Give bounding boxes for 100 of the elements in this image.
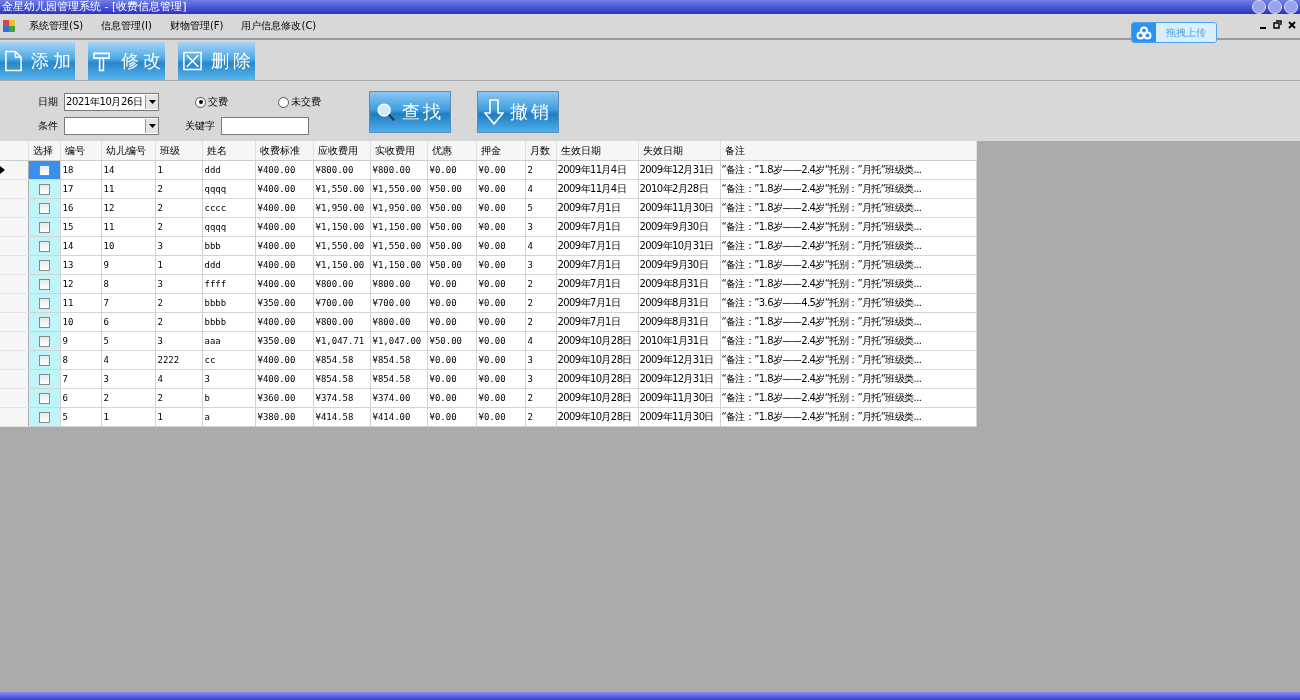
table-cell: 2222 [155,350,202,370]
table-cell: “备注：”1.8岁——2.4岁“托别：”月托“班级类... [720,407,976,427]
row-checkbox[interactable] [38,374,50,385]
radio-option[interactable]: 交费 [195,95,228,109]
table-cell: ¥0.00 [476,198,525,218]
row-checkbox[interactable] [38,165,50,176]
table-cell: 2009年10月28日 [556,331,638,351]
table-cell: “备注：”1.8岁——2.4岁“托别：”月托“班级类... [720,160,976,180]
table-cell: “备注：”1.8岁——2.4岁“托别：”月托“班级类... [720,198,976,218]
table-cell: ¥800.00 [313,274,370,294]
column-header[interactable]: 班级 [155,141,202,161]
table-cell: 5 [60,407,101,427]
table-cell: 5 [525,198,556,218]
row-checkbox[interactable] [38,184,50,195]
column-header[interactable]: 应收费用 [313,141,370,161]
table-cell: 2 [155,312,202,332]
table-cell: 2 [155,198,202,218]
table-cell: ¥800.00 [370,312,427,332]
table-cell: 2 [525,388,556,408]
row-checkbox[interactable] [38,355,50,366]
table-cell: 2009年12月31日 [638,160,720,180]
row-checkbox[interactable] [38,298,50,309]
table-cell: 2 [155,217,202,237]
column-header[interactable]: 失效日期 [638,141,720,161]
column-header[interactable]: 生效日期 [556,141,638,161]
close-button[interactable] [1284,0,1298,14]
table-cell: ¥0.00 [427,312,476,332]
menu-item[interactable]: 财物管理(F) [160,19,233,33]
row-checkbox[interactable] [38,336,50,347]
table-cell: 2009年7月1日 [556,293,638,313]
row-checkbox[interactable] [38,222,50,233]
table-cell: ¥400.00 [255,255,313,275]
table-cell: 2009年7月1日 [556,198,638,218]
table-cell: “备注：”1.8岁——2.4岁“托别：”月托“班级类... [720,255,976,275]
table-cell: ¥1,047.00 [370,331,427,351]
minimize-button[interactable] [1252,0,1266,14]
menu-item[interactable]: 系统管理(S) [20,19,93,33]
app-icon [2,19,16,33]
table-cell: ¥1,150.00 [313,217,370,237]
action-button[interactable]: 查找 [369,91,451,133]
table-cell: 3 [101,369,155,389]
column-header[interactable]: 编号 [60,141,101,161]
table-cell: 1 [101,407,155,427]
radio-button[interactable] [278,96,289,108]
column-header[interactable]: 月数 [525,141,556,161]
row-checkbox[interactable] [38,393,50,404]
table-cell: 2009年7月1日 [556,217,638,237]
column-header[interactable]: 选择 [28,141,60,161]
current-row-icon [0,165,5,174]
table-cell: 7 [101,293,155,313]
row-checkbox[interactable] [38,260,50,271]
menu-item[interactable]: 信息管理(I) [92,19,161,33]
table-cell: 2 [525,312,556,332]
table-cell: “备注：”1.8岁——2.4岁“托别：”月托“班级类... [720,217,976,237]
table-cell: 12 [101,198,155,218]
restore-button[interactable] [1268,0,1282,14]
condition-dropdown[interactable] [64,117,159,135]
menu-item[interactable]: 用户信息修改(C) [232,19,326,33]
row-checkbox[interactable] [38,241,50,252]
date-picker[interactable]: 2021年10月26日 [64,93,159,111]
table-cell: 2009年7月1日 [556,274,638,294]
table-cell: ¥50.00 [427,179,476,199]
table-cell: “备注：”1.8岁——2.4岁“托别：”月托“班级类... [720,312,976,332]
close-icon[interactable] [1288,20,1296,29]
dropdown-arrow-icon[interactable] [148,100,156,104]
keyword-field[interactable] [221,117,309,135]
table-cell: aaa [202,331,255,351]
column-header[interactable]: 幼儿编号 [101,141,155,161]
row-checkbox[interactable] [38,279,50,290]
table-cell: ¥1,550.00 [313,179,370,199]
table-cell: qqqq [202,217,255,237]
table-cell: 2009年8月31日 [638,312,720,332]
column-header[interactable]: 备注 [720,141,976,161]
column-header[interactable]: 优惠 [427,141,476,161]
restore-icon[interactable] [1273,20,1282,29]
table-cell: ¥800.00 [370,160,427,180]
down-arrow-icon [484,99,504,125]
keyword-label: 关键字 [185,119,215,133]
dropdown-arrow-icon[interactable] [148,124,156,128]
table-cell: qqqq [202,179,255,199]
table-cell: ¥50.00 [427,217,476,237]
table-cell: ¥400.00 [255,179,313,199]
column-header[interactable]: 押金 [476,141,525,161]
table-cell: 16 [60,198,101,218]
table-cell: 9 [60,331,101,351]
action-button[interactable]: 撤销 [477,91,559,133]
radio-option[interactable]: 未交费 [278,95,321,109]
column-header[interactable]: 姓名 [202,141,255,161]
table-cell: 3 [155,331,202,351]
row-checkbox[interactable] [38,412,50,423]
table-cell: ¥360.00 [255,388,313,408]
column-header[interactable]: 实收费用 [370,141,427,161]
row-checkbox[interactable] [38,317,50,328]
column-header[interactable]: 收费标准 [255,141,313,161]
table-cell: 2 [525,293,556,313]
radio-button[interactable] [195,96,206,108]
table-cell: ¥350.00 [255,293,313,313]
row-checkbox[interactable] [38,203,50,214]
table-cell: 2009年12月31日 [638,350,720,370]
table-cell: “备注：”3.6岁——4.5岁“托别：”月托“班级类... [720,293,976,313]
